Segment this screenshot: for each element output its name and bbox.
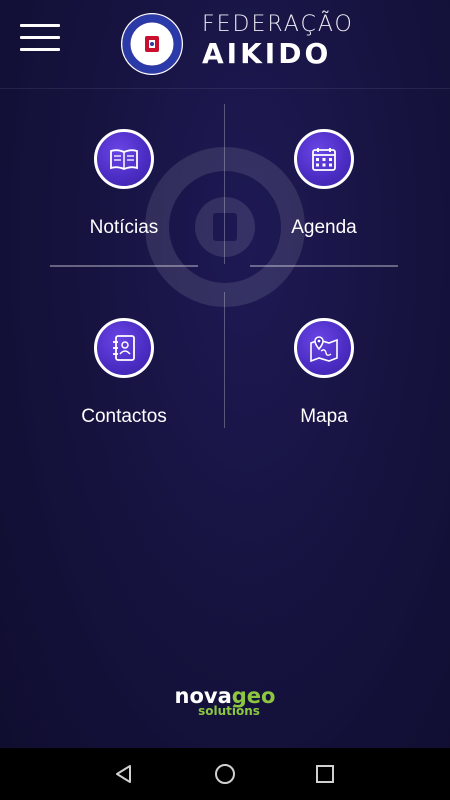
app-header: FEDERAÇÃO AIKIDO [0, 0, 450, 89]
map-pin-icon [294, 318, 354, 378]
title-line-2: AIKIDO [202, 37, 332, 70]
horizontal-divider-left [50, 265, 198, 267]
newspaper-icon [94, 129, 154, 189]
tile-noticias[interactable]: Notícias [24, 129, 224, 239]
brand-sub: solutions [198, 704, 260, 718]
tile-mapa[interactable]: Mapa [224, 318, 424, 428]
novageo-logo: novageo solutions [0, 684, 450, 718]
app-title: FEDERAÇÃO AIKIDO [202, 12, 354, 70]
horizontal-divider-right [250, 265, 398, 267]
tile-label: Mapa [300, 406, 348, 427]
title-line-1: FEDERAÇÃO [202, 12, 354, 37]
recents-square-icon[interactable] [313, 762, 337, 786]
tile-label: Notícias [89, 217, 159, 238]
contact-book-icon [94, 318, 154, 378]
home-circle-icon[interactable] [213, 762, 237, 786]
fpa-federation-seal-icon [121, 13, 183, 75]
tile-agenda[interactable]: Agenda [224, 129, 424, 239]
tile-contactos[interactable]: Contactos [24, 318, 224, 428]
calendar-icon [294, 129, 354, 189]
hamburger-menu-icon[interactable] [20, 24, 60, 54]
tile-label: Agenda [291, 217, 357, 238]
system-nav-bar [0, 748, 450, 800]
back-triangle-icon[interactable] [112, 762, 136, 786]
tile-label: Contactos [81, 406, 167, 427]
